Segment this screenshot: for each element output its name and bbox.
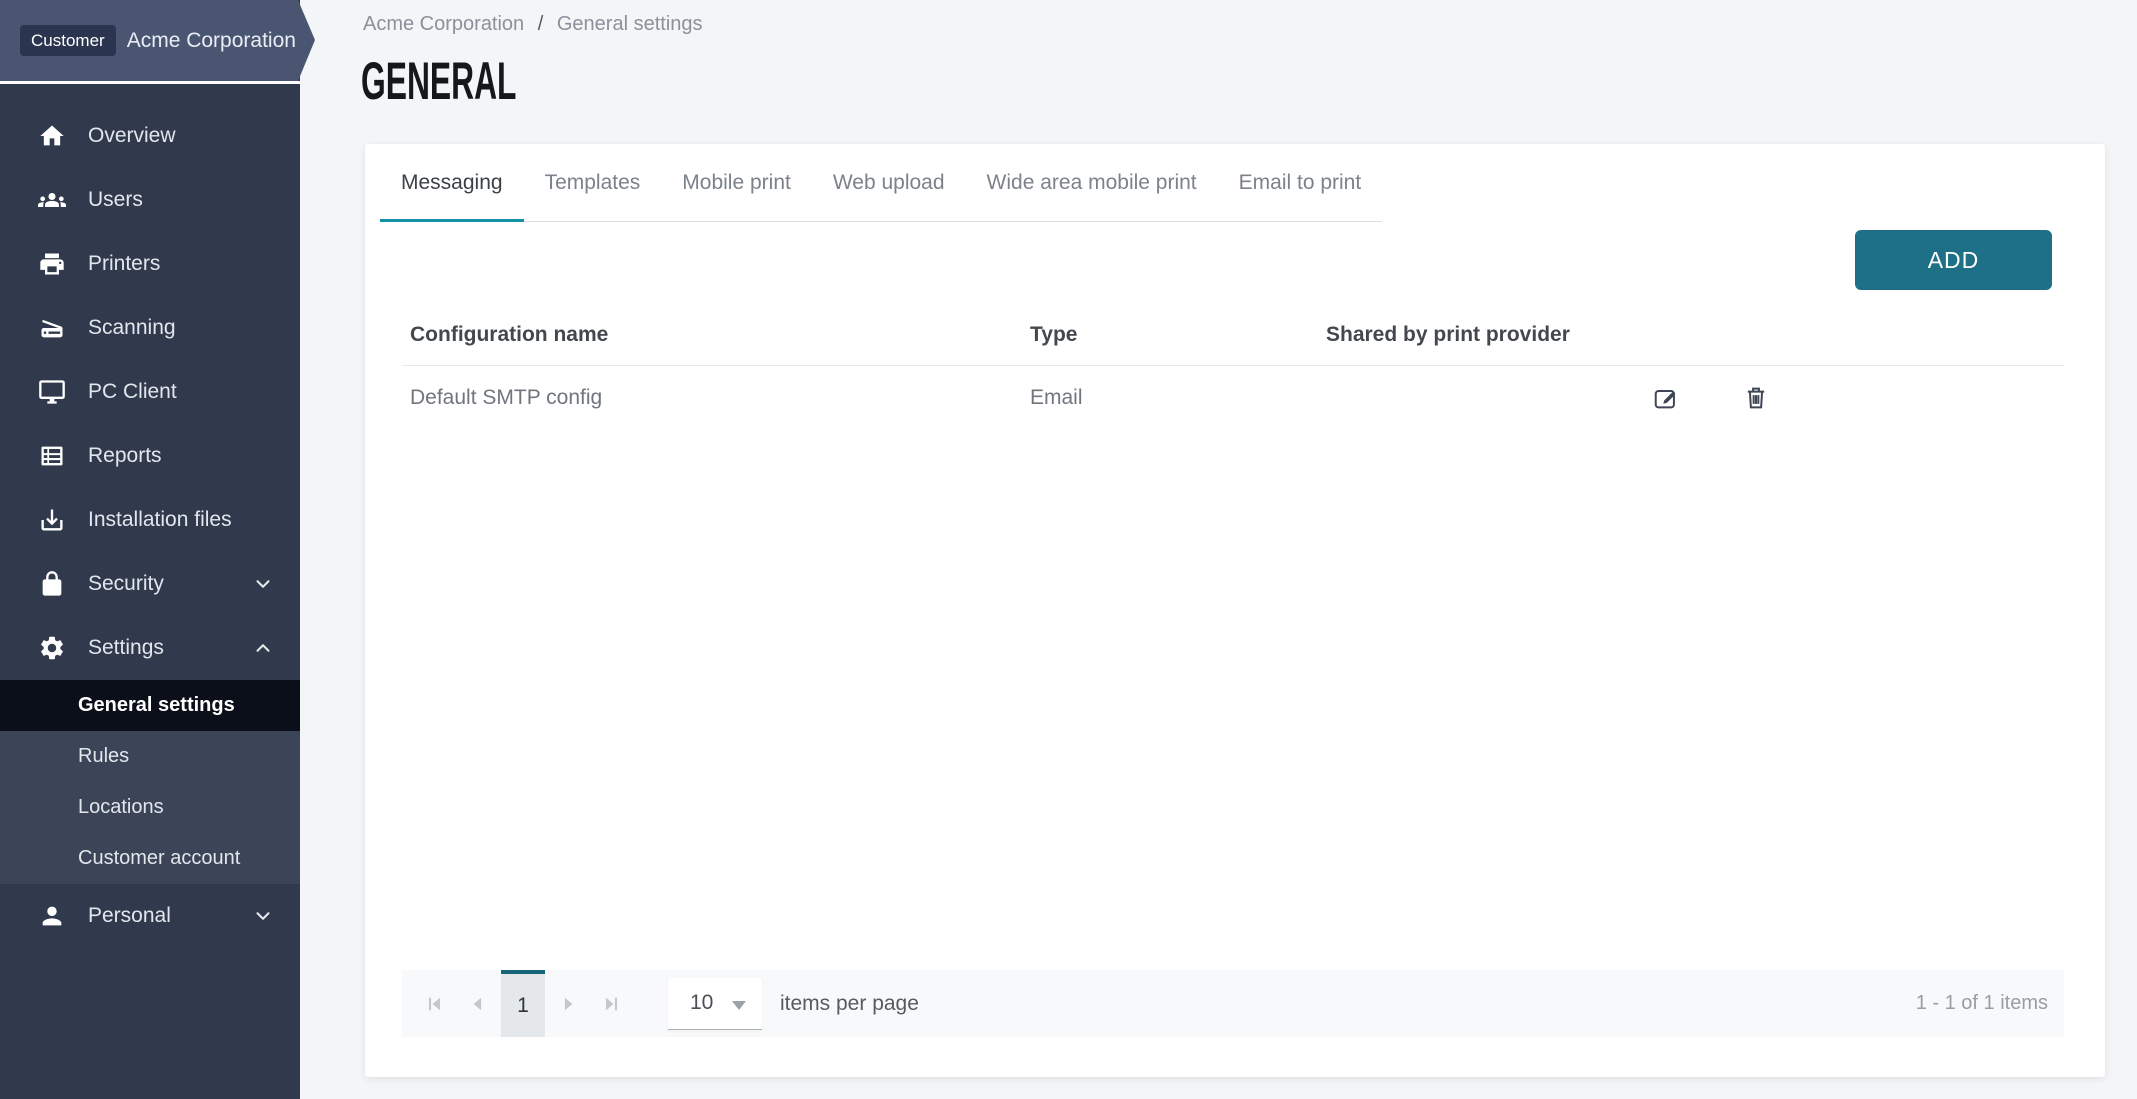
customer-name: Acme Corporation xyxy=(127,29,296,53)
download-icon xyxy=(38,506,66,534)
configurations-table: Configuration name Type Shared by print … xyxy=(402,304,2064,430)
gear-icon xyxy=(38,634,66,662)
table-header-row: Configuration name Type Shared by print … xyxy=(402,304,2064,366)
sidebar-item-label: Scanning xyxy=(88,316,176,340)
sidebar-item-label: Security xyxy=(88,572,164,596)
tab-strip: Messaging Templates Mobile print Web upl… xyxy=(380,144,1382,222)
settings-card: Messaging Templates Mobile print Web upl… xyxy=(365,144,2105,1077)
sidebar-nav: Overview Users Printers Scanning PC Clie… xyxy=(0,84,300,948)
sidebar-item-label: Overview xyxy=(88,124,176,148)
users-icon xyxy=(38,186,66,214)
add-button[interactable]: ADD xyxy=(1855,230,2052,290)
column-header-configuration-name[interactable]: Configuration name xyxy=(402,323,1022,347)
tab-email-to-print[interactable]: Email to print xyxy=(1218,144,1383,222)
sidebar: Customer Acme Corporation Overview Users… xyxy=(0,0,300,1099)
sidebar-subitem-label: Locations xyxy=(78,796,164,819)
sidebar-item-label: Printers xyxy=(88,252,160,276)
sidebar-item-overview[interactable]: Overview xyxy=(0,104,300,168)
last-page-icon xyxy=(601,994,621,1014)
next-page-button[interactable] xyxy=(548,970,588,1037)
tab-templates[interactable]: Templates xyxy=(524,144,662,222)
printer-icon xyxy=(38,250,66,278)
chevron-up-icon xyxy=(252,637,274,659)
sidebar-item-installation-files[interactable]: Installation files xyxy=(0,488,300,552)
sidebar-item-printers[interactable]: Printers xyxy=(0,232,300,296)
person-icon xyxy=(38,902,66,930)
items-range-label: 1 - 1 of 1 items xyxy=(1916,992,2064,1015)
tab-mobile-print[interactable]: Mobile print xyxy=(661,144,812,222)
sidebar-item-customer-account[interactable]: Customer account xyxy=(0,833,300,884)
tab-web-upload[interactable]: Web upload xyxy=(812,144,966,222)
sidebar-item-label: Settings xyxy=(88,636,164,660)
sidebar-item-label: Installation files xyxy=(88,508,232,532)
sidebar-item-label: Users xyxy=(88,188,143,212)
row-actions xyxy=(1644,384,2064,412)
sidebar-item-general-settings[interactable]: General settings xyxy=(0,680,300,731)
breadcrumb-separator: / xyxy=(538,13,544,35)
home-icon xyxy=(38,122,66,150)
customer-badge: Customer xyxy=(20,25,116,56)
tab-wide-area-mobile-print[interactable]: Wide area mobile print xyxy=(966,144,1218,222)
sidebar-item-scanning[interactable]: Scanning xyxy=(0,296,300,360)
sidebar-item-pc-client[interactable]: PC Client xyxy=(0,360,300,424)
sidebar-subitem-label: General settings xyxy=(78,694,235,717)
tab-messaging[interactable]: Messaging xyxy=(380,144,524,222)
lock-icon xyxy=(38,570,66,598)
delete-button[interactable] xyxy=(1742,384,1770,412)
breadcrumb-customer[interactable]: Acme Corporation xyxy=(363,13,524,35)
table-row: Default SMTP config Email xyxy=(402,366,2064,430)
chevron-down-icon xyxy=(252,573,274,595)
sidebar-item-label: PC Client xyxy=(88,380,177,404)
sidebar-subitem-label: Rules xyxy=(78,745,129,768)
sidebar-item-label: Personal xyxy=(88,904,171,928)
last-page-button[interactable] xyxy=(591,970,631,1037)
trash-icon xyxy=(1742,384,1770,412)
sidebar-item-security[interactable]: Security xyxy=(0,552,300,616)
sidebar-item-locations[interactable]: Locations xyxy=(0,782,300,833)
page-title: GENERAL xyxy=(361,53,516,111)
main-content: Acme Corporation / General settings GENE… xyxy=(300,0,2137,1099)
page-size-dropdown[interactable]: 10 xyxy=(668,978,762,1030)
breadcrumb-current: General settings xyxy=(557,13,703,35)
sidebar-item-users[interactable]: Users xyxy=(0,168,300,232)
sidebar-item-settings[interactable]: Settings xyxy=(0,616,300,680)
previous-page-icon xyxy=(468,994,488,1014)
previous-page-button[interactable] xyxy=(458,970,498,1037)
edit-button[interactable] xyxy=(1652,384,1680,412)
column-header-shared-by-print-provider[interactable]: Shared by print provider xyxy=(1318,323,1644,347)
first-page-button[interactable] xyxy=(415,970,455,1037)
sidebar-item-reports[interactable]: Reports xyxy=(0,424,300,488)
sidebar-subitem-label: Customer account xyxy=(78,847,240,870)
sidebar-item-personal[interactable]: Personal xyxy=(0,884,300,948)
scanner-icon xyxy=(38,314,66,342)
page-size-value: 10 xyxy=(690,991,713,1015)
items-per-page-label: items per page xyxy=(780,992,919,1016)
customer-header: Customer Acme Corporation xyxy=(0,0,316,81)
reports-icon xyxy=(38,442,66,470)
sidebar-item-label: Reports xyxy=(88,444,162,468)
page-number-button[interactable]: 1 xyxy=(501,970,545,1037)
breadcrumb: Acme Corporation / General settings xyxy=(363,13,703,36)
config-type-cell: Email xyxy=(1022,386,1318,410)
chevron-down-icon xyxy=(252,905,274,927)
column-header-type[interactable]: Type xyxy=(1022,323,1318,347)
monitor-icon xyxy=(38,378,66,406)
dropdown-arrow-icon xyxy=(732,1001,746,1010)
next-page-icon xyxy=(558,994,578,1014)
app-root: Customer Acme Corporation Overview Users… xyxy=(0,0,2137,1099)
first-page-icon xyxy=(425,994,445,1014)
sidebar-item-rules[interactable]: Rules xyxy=(0,731,300,782)
edit-icon xyxy=(1652,384,1680,412)
config-name-cell: Default SMTP config xyxy=(402,386,1022,410)
settings-submenu: General settings Rules Locations Custome… xyxy=(0,680,300,884)
pagination-bar: 1 10 items per page 1 - 1 of 1 items xyxy=(402,970,2064,1037)
